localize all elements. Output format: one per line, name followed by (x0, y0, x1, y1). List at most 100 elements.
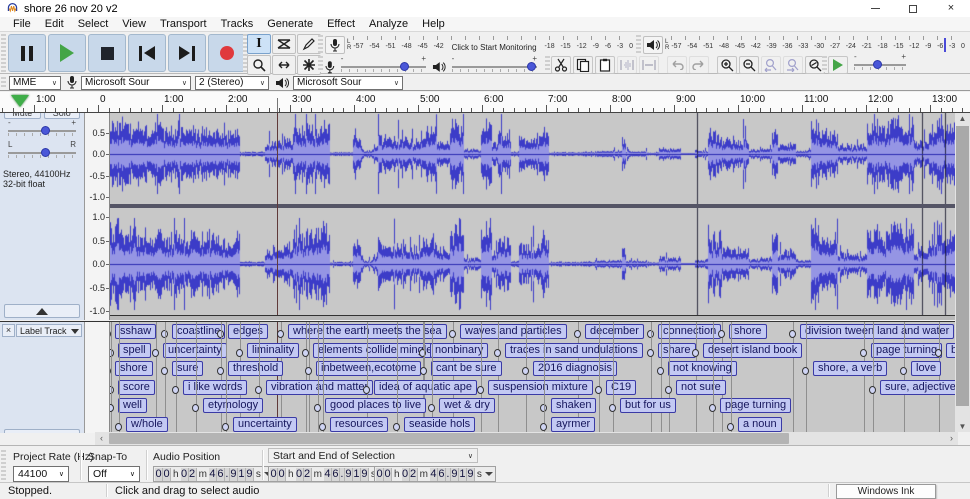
label-text-box[interactable]: love (911, 361, 941, 376)
pan-slider[interactable]: L R (8, 147, 76, 159)
skip-to-end-button[interactable] (168, 34, 206, 72)
time-digit[interactable]: 2 (304, 468, 312, 481)
restore-button[interactable] (894, 0, 932, 17)
label-text-box[interactable]: uncertainty (163, 343, 227, 358)
playback-volume-thumb[interactable] (527, 62, 536, 71)
label-text-box[interactable]: not knowing (668, 361, 737, 376)
mixer-toolbar-grabber[interactable] (318, 56, 323, 72)
pan-thumb[interactable] (41, 148, 50, 157)
label-text-box[interactable]: suspension mixture (488, 380, 593, 395)
audio-host-select[interactable]: MME∨ (9, 76, 61, 90)
menu-item-edit[interactable]: Edit (38, 18, 71, 30)
label-stem[interactable] (226, 322, 227, 433)
label-handle[interactable] (540, 423, 547, 431)
label-text-box[interactable]: w/hole (126, 417, 168, 432)
label-text-box[interactable]: cant be sure (431, 361, 502, 376)
selection-mode-select[interactable]: Start and End of Selection∨ (268, 448, 478, 463)
label-area[interactable]: sshawcoastlineedgeswhere the earth meets… (110, 322, 955, 433)
playback-meter-grabber[interactable] (636, 35, 641, 53)
label-handle[interactable] (657, 367, 664, 375)
label-handle[interactable] (363, 386, 370, 394)
label-handle[interactable] (595, 386, 602, 394)
label-text-box[interactable]: not sure (676, 380, 726, 395)
recording-meter-toolbar[interactable]: LR -57-54-51-48-45-42Click to Start Moni… (325, 35, 633, 55)
time-digit[interactable]: 0 (181, 468, 189, 481)
label-stem[interactable] (111, 322, 112, 433)
vertical-scale-ruler[interactable]: 0.50.0-0.5-1.01.00.50.0-0.5-1.0 (85, 113, 110, 320)
label-stem[interactable] (722, 322, 723, 433)
label-text-box[interactable]: shore (729, 324, 767, 339)
time-digit[interactable]: 0 (155, 468, 163, 481)
time-unit[interactable]: s (475, 468, 484, 481)
label-stem[interactable] (873, 322, 874, 433)
label-handle[interactable] (665, 386, 672, 394)
time-unit[interactable]: m (418, 468, 430, 481)
label-text-box[interactable]: connection (658, 324, 721, 339)
label-handle[interactable] (789, 330, 796, 338)
label-track-panel[interactable]: × Label Track (0, 322, 85, 433)
time-unit[interactable]: h (171, 468, 181, 481)
label-text-box[interactable]: a noun (738, 417, 782, 432)
label-text-box[interactable]: C19 (606, 380, 636, 395)
menu-item-analyze[interactable]: Analyze (362, 18, 415, 30)
minimize-button[interactable] (856, 0, 894, 17)
project-rate-select[interactable]: 44100∨ (13, 466, 69, 482)
record-button[interactable] (208, 34, 246, 72)
label-stem[interactable] (864, 322, 865, 433)
cut-button[interactable] (551, 56, 571, 74)
label-handle[interactable] (314, 404, 321, 412)
label-text-box[interactable]: edges (228, 324, 268, 339)
snap-to-select[interactable]: Off∨ (88, 466, 140, 482)
time-digit[interactable]: 0 (163, 468, 171, 481)
timeline-pin-icon[interactable] (11, 95, 29, 107)
label-handle[interactable] (647, 349, 654, 357)
label-stem[interactable] (806, 322, 807, 433)
audio-position-field[interactable]: 00h02m46.919s (153, 466, 275, 482)
time-unit[interactable]: m (197, 468, 209, 481)
time-unit[interactable]: m (312, 468, 324, 481)
label-stem[interactable] (221, 322, 222, 433)
recording-meter-grabber[interactable] (318, 35, 323, 53)
time-digit[interactable]: 9 (361, 468, 369, 481)
label-stem[interactable] (481, 322, 482, 433)
timeline-ruler[interactable]: 1:0001:002:003:004:005:006:007:008:009:0… (0, 92, 970, 113)
playback-volume-slider[interactable]: - + (452, 61, 537, 73)
label-handle[interactable] (222, 423, 229, 431)
label-stem[interactable] (323, 322, 324, 433)
menu-item-tracks[interactable]: Tracks (214, 18, 261, 30)
time-digit[interactable]: 2 (410, 468, 418, 481)
label-text-box[interactable]: inbetween,ecotome (316, 361, 421, 376)
label-text-box[interactable]: well (118, 398, 147, 413)
label-text-box[interactable]: but for us (620, 398, 676, 413)
label-handle[interactable] (420, 367, 427, 375)
label-handle[interactable] (727, 423, 734, 431)
scroll-left-arrow[interactable]: ‹ (95, 432, 108, 445)
gain-slider[interactable]: - + (8, 125, 76, 137)
time-digit[interactable]: 0 (270, 468, 278, 481)
time-digit[interactable]: 9 (345, 468, 353, 481)
label-handle[interactable] (172, 386, 179, 394)
play-at-speed-button[interactable] (828, 56, 848, 74)
copy-button[interactable] (573, 56, 593, 74)
time-digit[interactable]: 0 (296, 468, 304, 481)
label-text-box[interactable]: shore, a verb (813, 361, 887, 376)
track-bottom-edge[interactable] (110, 315, 955, 320)
vertical-scrollbar-thumb[interactable] (956, 126, 969, 406)
label-text-box[interactable]: wet & dry (439, 398, 495, 413)
label-handle[interactable] (115, 423, 122, 431)
menu-item-view[interactable]: View (115, 18, 153, 30)
label-handle[interactable] (522, 367, 529, 375)
time-digit[interactable]: 6 (217, 468, 225, 481)
edit-toolbar-grabber[interactable] (545, 56, 550, 72)
label-text-box[interactable]: sshaw (115, 324, 156, 339)
label-text-box[interactable]: etymology (203, 398, 263, 413)
time-digit[interactable]: 1 (238, 468, 246, 481)
label-text-box[interactable]: resources (330, 417, 388, 432)
label-handle[interactable] (319, 423, 326, 431)
selection-tool-button[interactable]: I (247, 34, 271, 54)
label-handle[interactable] (692, 349, 699, 357)
time-digit[interactable]: 0 (278, 468, 286, 481)
label-stem[interactable] (397, 322, 398, 433)
playback-device-select[interactable]: Microsoft Sour∨ (293, 76, 403, 90)
label-stem[interactable] (731, 322, 732, 433)
